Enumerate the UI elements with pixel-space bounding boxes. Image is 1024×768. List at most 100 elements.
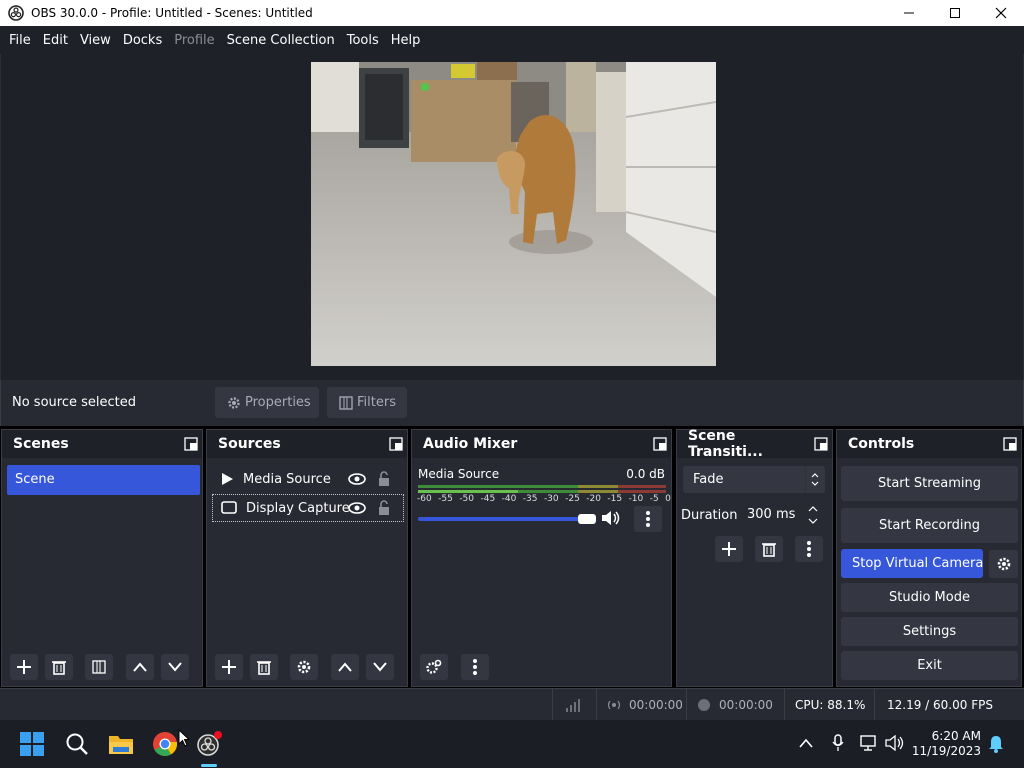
system-clock[interactable]: 6:20 AM 11/19/2023 (912, 729, 981, 759)
add-source-button[interactable] (215, 654, 243, 680)
meter-scale: -60 -55 -50 -45 -40 -35 -30 -25 -20 -15 … (417, 494, 671, 506)
settings-button[interactable]: Settings (841, 617, 1018, 646)
menu-edit[interactable]: Edit (37, 33, 74, 48)
preview-area[interactable] (0, 54, 1024, 380)
scene-filters-button[interactable] (85, 654, 113, 680)
signal-bars-icon (566, 699, 580, 712)
chevron-up-icon[interactable] (799, 737, 813, 749)
obs-logo-icon (197, 731, 222, 756)
plus-icon (722, 542, 736, 556)
exit-button[interactable]: Exit (841, 651, 1018, 680)
speaker-icon[interactable] (601, 510, 621, 526)
menu-help[interactable]: Help (385, 33, 427, 48)
maximize-icon (950, 8, 960, 18)
menu-profile[interactable]: Profile (168, 33, 220, 48)
controls-dock-header: Controls (837, 430, 1021, 458)
cpu-usage-text: CPU: 88.1% (795, 698, 866, 712)
clock-time: 6:20 AM (931, 729, 981, 743)
lock-icon[interactable] (377, 471, 391, 487)
preview-video-frame (311, 62, 716, 366)
eye-icon[interactable] (348, 472, 366, 486)
menu-tools[interactable]: Tools (341, 33, 385, 48)
transition-select[interactable]: Fade (683, 466, 825, 493)
meter-tick: -10 (628, 494, 644, 504)
volume-slider-track[interactable] (418, 517, 590, 521)
close-icon (995, 7, 1007, 19)
network-icon[interactable] (860, 735, 878, 751)
move-scene-up-button[interactable] (126, 654, 154, 680)
trash-icon (762, 543, 776, 557)
undock-icon[interactable] (653, 437, 667, 451)
spin-arrows-icon[interactable] (807, 503, 819, 527)
file-explorer-button[interactable] (107, 730, 135, 758)
scenes-title: Scenes (13, 436, 69, 452)
maximize-button[interactable] (932, 0, 978, 26)
microphone-icon[interactable] (832, 734, 844, 752)
eye-icon[interactable] (348, 501, 366, 515)
remove-scene-button[interactable] (45, 654, 73, 680)
lock-icon[interactable] (377, 500, 391, 516)
chrome-button[interactable] (151, 730, 179, 758)
volume-icon[interactable] (885, 735, 905, 751)
record-dot-icon (698, 699, 710, 711)
folder-icon (109, 736, 133, 754)
undock-icon[interactable] (389, 437, 403, 451)
source-toolbar: No source selected Properties Filters (0, 380, 1024, 426)
chrome-icon (153, 732, 178, 757)
move-source-up-button[interactable] (331, 654, 359, 680)
monitor-icon (221, 501, 237, 514)
stop-virtual-camera-label: Stop Virtual Camera (852, 556, 983, 571)
meter-tick: 0 (665, 494, 671, 504)
add-transition-button[interactable] (715, 536, 743, 562)
meter-tick: -5 (649, 494, 659, 504)
sources-dock: Sources Media Source Display Capture (206, 429, 408, 687)
audio-mixer-title: Audio Mixer (423, 436, 518, 452)
meter-tick: -15 (607, 494, 623, 504)
source-label: Media Source (243, 471, 331, 487)
cpu-usage: CPU: 88.1% (784, 689, 874, 721)
stop-virtual-camera-button[interactable]: Stop Virtual Camera (841, 549, 983, 578)
menu-scene-collection[interactable]: Scene Collection (221, 33, 341, 48)
search-button[interactable] (63, 730, 91, 758)
record-time-cell: 00:00:00 (686, 689, 784, 721)
filters-label: Filters (357, 395, 396, 410)
scene-item[interactable]: Scene (7, 465, 200, 495)
minimize-button[interactable] (886, 0, 932, 26)
updown-arrows-icon (805, 466, 819, 493)
transition-menu-button[interactable] (795, 536, 823, 562)
undock-icon[interactable] (184, 437, 198, 451)
volume-slider-handle[interactable] (578, 514, 596, 524)
audio-mixer-dock: Audio Mixer Media Source 0.0 dB -60 -55 … (411, 429, 672, 687)
virtual-camera-settings-button[interactable] (989, 550, 1018, 578)
move-scene-down-button[interactable] (161, 654, 189, 680)
start-button[interactable] (18, 730, 46, 758)
title-bar: OBS 30.0.0 - Profile: Untitled - Scenes:… (0, 0, 1024, 26)
start-streaming-button[interactable]: Start Streaming (841, 466, 1018, 501)
menu-docks[interactable]: Docks (117, 33, 168, 48)
notification-bell-icon[interactable] (988, 735, 1004, 753)
menu-view[interactable]: View (74, 33, 117, 48)
remove-source-button[interactable] (250, 654, 278, 680)
mixer-channel-menu-button[interactable] (634, 506, 662, 532)
close-button[interactable] (978, 0, 1024, 26)
undock-icon[interactable] (1003, 437, 1017, 451)
move-source-down-button[interactable] (366, 654, 394, 680)
preview-canvas[interactable] (311, 62, 716, 366)
add-scene-button[interactable] (10, 654, 38, 680)
properties-button[interactable]: Properties (215, 387, 319, 418)
undock-icon[interactable] (814, 437, 828, 451)
filter-icon (92, 660, 106, 674)
vertical-dots-icon (473, 659, 477, 675)
filters-button[interactable]: Filters (327, 387, 407, 418)
source-properties-button[interactable] (290, 654, 318, 680)
remove-transition-button[interactable] (755, 536, 783, 562)
duration-spinbox[interactable]: 300 ms (741, 501, 825, 529)
source-row-media[interactable]: Media Source (212, 465, 404, 493)
mixer-menu-button[interactable] (461, 654, 489, 680)
studio-mode-button[interactable]: Studio Mode (841, 583, 1018, 612)
menu-file[interactable]: File (3, 33, 37, 48)
obs-taskbar-button[interactable] (195, 730, 223, 758)
start-recording-button[interactable]: Start Recording (841, 508, 1018, 543)
advanced-audio-button[interactable] (420, 654, 448, 680)
source-row-display[interactable]: Display Capture (212, 494, 404, 522)
